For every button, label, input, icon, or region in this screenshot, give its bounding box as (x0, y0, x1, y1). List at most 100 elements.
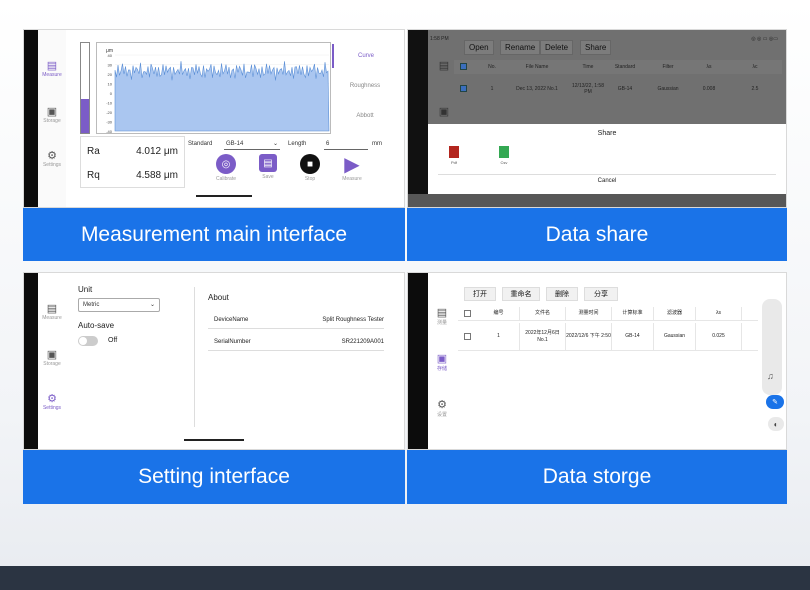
sidebar: ▤ 测量 ▣ 存储 ⚙ 设置 (428, 273, 456, 449)
sidebar-item-measure[interactable]: ▤ Measure (38, 303, 66, 321)
sidebar-item-label: Measure (42, 72, 62, 78)
rq-value: 4.588 μm (136, 169, 178, 181)
select-all-checkbox[interactable] (460, 63, 467, 70)
y-tick-label: 30 (108, 63, 113, 68)
length-label: Length (288, 141, 307, 147)
cell-filter: Gaussian (654, 323, 696, 350)
sidebar-item-label: Settings (42, 405, 62, 411)
cell-filter: Gaussian (657, 86, 679, 92)
y-tick-label: -30 (106, 120, 113, 125)
status-icons: ◎ ◎ ▭ ◎▭ (751, 36, 778, 42)
y-tick-label: -20 (106, 110, 113, 115)
device-name-row: DeviceName Split Roughness Tester (208, 311, 384, 329)
calibrate-button[interactable]: ◎ Calibrate (208, 154, 244, 182)
profile-waveform (114, 61, 330, 132)
sidebar-item-label: 设置 (436, 412, 447, 418)
stop-label: Stop (304, 176, 316, 182)
row-checkbox[interactable] (464, 333, 471, 340)
rename-button[interactable]: Rename (500, 40, 541, 55)
sidebar-item-measure[interactable]: ▤ Measure (38, 60, 66, 78)
y-tick-label: -10 (106, 101, 113, 106)
tab-abbott[interactable]: Abbott (332, 104, 398, 128)
sidebar-item-measure[interactable]: ▤ 测量 (428, 307, 456, 326)
share-button[interactable]: 分享 (584, 287, 618, 301)
y-tick-label: 20 (108, 72, 113, 77)
measure-icon: ▤ (46, 60, 58, 72)
cell-time: 2022/12/6 下午 2:50 (566, 323, 612, 350)
storage-icon: ▣ (438, 106, 450, 118)
floating-toolbar[interactable]: ♫ (762, 299, 782, 395)
table-row[interactable]: 1 2022年12月6日 No.1 2022/12/6 下午 2:50 GB-1… (458, 323, 758, 351)
cancel-button[interactable]: Cancel (428, 178, 786, 184)
measure-button[interactable]: ▶ Measure (334, 154, 370, 183)
save-button[interactable]: ▤ Save (250, 154, 286, 180)
caption-measurement: Measurement main interface (23, 208, 405, 261)
select-all-checkbox[interactable] (464, 310, 471, 317)
y-tick-label: -40 (106, 129, 113, 134)
device-name-label: DeviceName (214, 317, 249, 323)
share-option-pdf[interactable]: Pdf (444, 146, 464, 165)
unit-select[interactable]: Metric ⌄ (78, 298, 160, 312)
sidebar-item-settings[interactable]: ⚙ Settings (38, 150, 66, 168)
standard-value: GB-14 (226, 141, 244, 147)
profile-chart: μm 40 30 20 10 0 -10 -20 -30 -40 (96, 42, 331, 134)
sidebar-item-settings[interactable]: ⚙ 设置 (428, 399, 456, 418)
device-bezel (408, 273, 428, 449)
toggle-knob (79, 337, 87, 345)
tab-roughness[interactable]: Roughness (332, 74, 398, 98)
navigation-bar (408, 194, 786, 207)
half-circle-icon[interactable]: ◐ (768, 417, 784, 431)
table-header: 编号 文件名 测量时间 计算标准 滤波器 λs (458, 307, 758, 321)
share-option-csv[interactable]: Csv (494, 146, 514, 165)
save-label: Save (262, 174, 274, 180)
row-checkbox[interactable] (460, 85, 467, 92)
sidebar: ▤ Measure ▣ Storage ⚙ Settings (38, 30, 66, 207)
sidebar-item-label: Measure (42, 315, 62, 321)
measurement-panel: ▤ Measure ▣ Storage ⚙ Settings μm 40 30 20… (23, 29, 405, 208)
open-button[interactable]: Open (464, 40, 494, 55)
y-tick-label: 0 (110, 91, 113, 96)
open-button[interactable]: 打开 (464, 287, 496, 301)
share-button[interactable]: Share (580, 40, 612, 55)
table-row[interactable]: 1 Dec 13, 2022 No.1 12/13/22, 1:58 PM GB… (454, 80, 782, 98)
stop-button[interactable]: ■ Stop (292, 154, 328, 182)
autosave-toggle[interactable] (78, 336, 98, 346)
caption-share: Data share (407, 208, 787, 261)
cell-xs: 0.025 (696, 323, 742, 350)
device-bezel (24, 30, 38, 207)
tab-curve[interactable]: Curve (332, 44, 398, 68)
share-panel: 1:58 PM ◎ ◎ ▭ ◎▭ Open Rename Delete Shar… (407, 29, 787, 208)
delete-button[interactable]: Delete (540, 40, 574, 55)
divider (438, 174, 776, 175)
rq-row: Rq 4.588 μm (87, 165, 178, 185)
footer-bar (0, 566, 810, 590)
music-note-icon: ♫ (767, 371, 774, 381)
sidebar-item-storage[interactable]: ▣ 存储 (428, 353, 456, 372)
header-standard: Standard (614, 64, 636, 70)
delete-button[interactable]: 删除 (546, 287, 578, 301)
save-icon: ▤ (259, 154, 277, 172)
chevron-down-icon: ⌄ (272, 141, 278, 147)
header-no: No. (488, 64, 496, 70)
header-xc: λc (752, 64, 758, 70)
cell-xs: 0.008 (702, 86, 716, 92)
cell-xc: 2.5 (751, 86, 759, 92)
share-sheet-title: Share (597, 130, 617, 137)
cell-standard: GB-14 (612, 323, 654, 350)
gear-icon: ⚙ (437, 399, 447, 411)
sidebar: ▤ Measure ▣ Storage ⚙ Settings (38, 273, 66, 449)
divider (194, 287, 195, 427)
calibrate-label: Calibrate (215, 176, 236, 182)
rename-button[interactable]: 重命名 (502, 287, 540, 301)
ra-value: 4.012 μm (136, 145, 178, 157)
sidebar-item-storage[interactable]: ▣ Storage (38, 106, 66, 124)
measure-icon: ▤ (436, 307, 448, 319)
header-time: 测量时间 (566, 307, 612, 320)
microphone-icon[interactable]: ✎ (766, 395, 784, 409)
header-filter: Filter (662, 64, 674, 70)
standard-select[interactable]: GB-14 ⌄ (224, 139, 280, 150)
sidebar-item-storage[interactable]: ▣ Storage (38, 349, 66, 367)
sidebar-item-settings[interactable]: ⚙ Settings (38, 393, 66, 411)
length-input[interactable]: 6 (324, 139, 368, 150)
header-xs: λs (696, 307, 742, 320)
